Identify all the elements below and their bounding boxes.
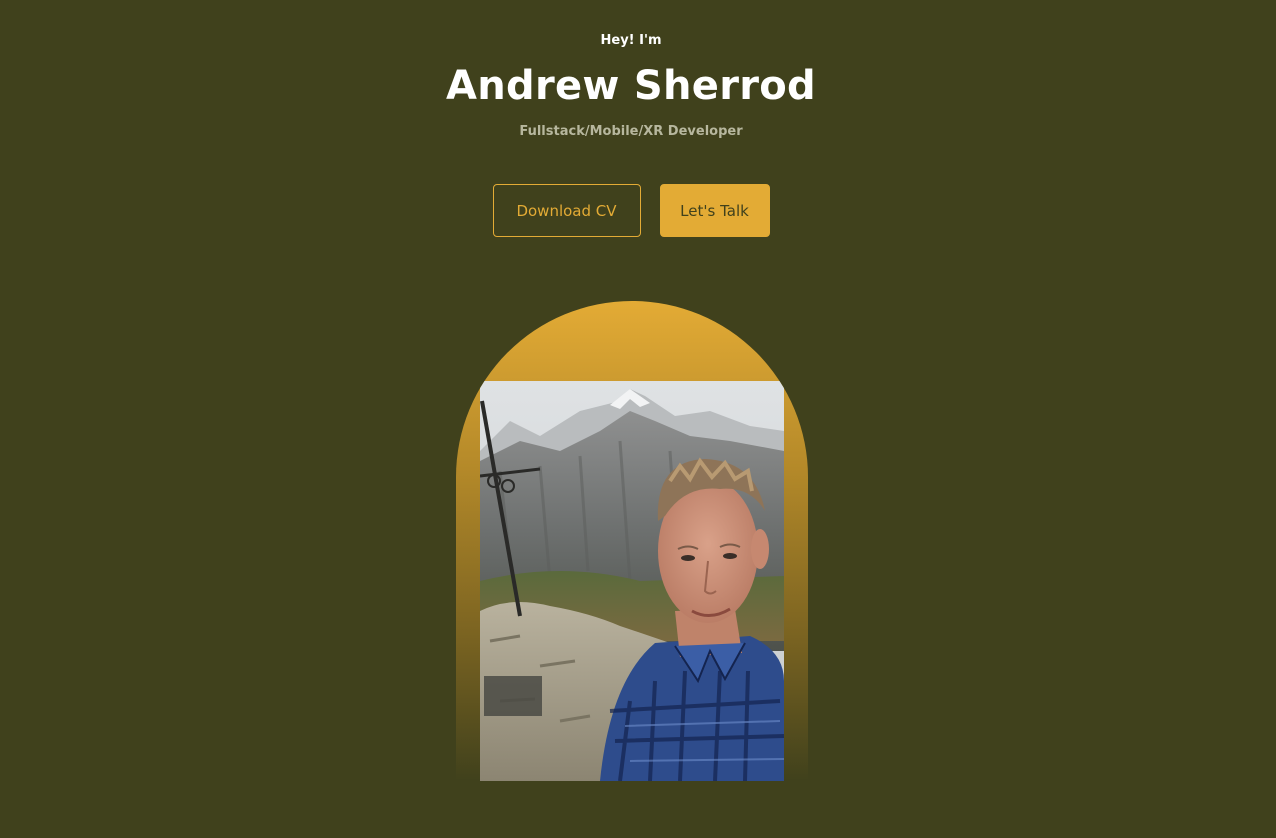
lets-talk-button[interactable]: Let's Talk — [659, 184, 770, 237]
cta-buttons: Download CV Let's Talk — [0, 184, 1262, 237]
hero-section: Hey! I'm Andrew Sherrod Fullstack/Mobile… — [0, 0, 1276, 838]
job-title: Fullstack/Mobile/XR Developer — [519, 124, 743, 139]
page-title: Andrew Sherrod — [446, 63, 816, 109]
greeting-text: Hey! I'm — [600, 33, 662, 48]
download-cv-button[interactable]: Download CV — [492, 184, 641, 237]
profile-photo — [480, 381, 784, 781]
profile-arch — [456, 301, 808, 781]
